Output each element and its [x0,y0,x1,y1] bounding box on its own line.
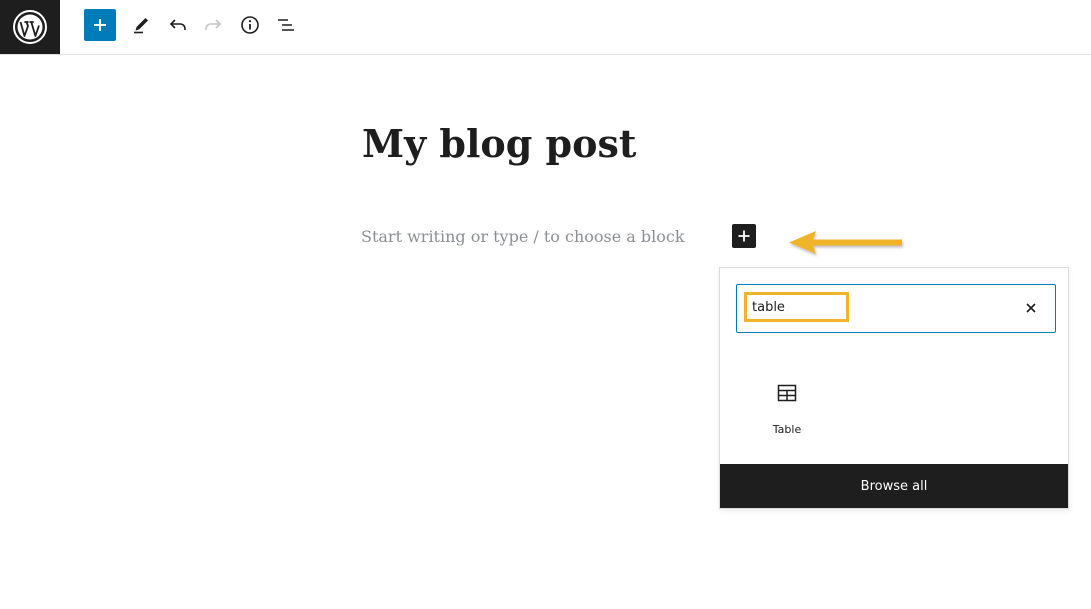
block-result-table[interactable]: Table [752,368,822,448]
block-placeholder[interactable]: Start writing or type / to choose a bloc… [361,226,685,248]
table-icon [777,384,797,402]
tools-button[interactable] [125,9,157,41]
annotation-arrow-icon [789,231,902,254]
plus-icon [738,230,750,242]
clear-search-button[interactable] [1021,298,1041,318]
block-result-label: Table [772,423,802,436]
details-button[interactable] [234,9,266,41]
undo-icon [169,19,186,30]
info-icon [241,16,259,34]
add-block-button[interactable] [84,9,116,41]
editor-toolbar [0,0,1091,55]
list-view-icon [278,19,294,31]
block-search-input[interactable] [752,297,992,317]
block-inserter-popover: Table Browse all [719,267,1069,509]
post-title[interactable]: My blog post [362,118,636,170]
undo-button[interactable] [162,9,194,41]
inline-block-inserter-button[interactable] [732,224,756,248]
redo-button[interactable] [197,9,229,41]
list-view-button[interactable] [270,9,302,41]
plus-icon [94,19,106,31]
block-search-box [736,284,1056,333]
wordpress-logo-icon[interactable] [0,0,60,54]
close-icon [1026,303,1036,313]
browse-all-button[interactable]: Browse all [720,464,1068,508]
redo-icon [205,19,222,30]
pencil-icon [134,18,148,34]
